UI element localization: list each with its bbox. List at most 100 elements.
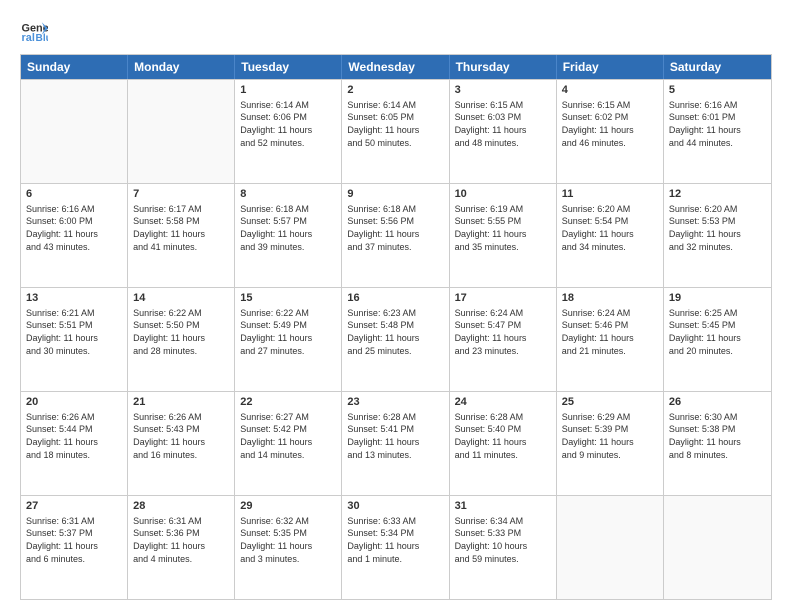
day-info: Sunrise: 6:14 AMSunset: 6:06 PMDaylight:… — [240, 99, 336, 149]
svg-text:Blue: Blue — [36, 33, 48, 44]
day-cell-30: 30Sunrise: 6:33 AMSunset: 5:34 PMDayligh… — [342, 496, 449, 599]
day-cell-25: 25Sunrise: 6:29 AMSunset: 5:39 PMDayligh… — [557, 392, 664, 495]
day-info: Sunrise: 6:27 AMSunset: 5:42 PMDaylight:… — [240, 411, 336, 461]
logo-icon: Gene ral Blue — [20, 16, 48, 44]
day-info: Sunrise: 6:32 AMSunset: 5:35 PMDaylight:… — [240, 515, 336, 565]
day-info: Sunrise: 6:28 AMSunset: 5:41 PMDaylight:… — [347, 411, 443, 461]
day-cell-9: 9Sunrise: 6:18 AMSunset: 5:56 PMDaylight… — [342, 184, 449, 287]
day-number: 9 — [347, 187, 443, 202]
week-row-3: 20Sunrise: 6:26 AMSunset: 5:44 PMDayligh… — [21, 391, 771, 495]
day-cell-18: 18Sunrise: 6:24 AMSunset: 5:46 PMDayligh… — [557, 288, 664, 391]
day-cell-26: 26Sunrise: 6:30 AMSunset: 5:38 PMDayligh… — [664, 392, 771, 495]
calendar-body: 1Sunrise: 6:14 AMSunset: 6:06 PMDaylight… — [21, 79, 771, 599]
day-cell-14: 14Sunrise: 6:22 AMSunset: 5:50 PMDayligh… — [128, 288, 235, 391]
day-cell-29: 29Sunrise: 6:32 AMSunset: 5:35 PMDayligh… — [235, 496, 342, 599]
day-info: Sunrise: 6:20 AMSunset: 5:53 PMDaylight:… — [669, 203, 766, 253]
header-day-wednesday: Wednesday — [342, 55, 449, 79]
day-number: 26 — [669, 395, 766, 410]
day-cell-4: 4Sunrise: 6:15 AMSunset: 6:02 PMDaylight… — [557, 80, 664, 183]
day-info: Sunrise: 6:16 AMSunset: 6:01 PMDaylight:… — [669, 99, 766, 149]
empty-cell — [664, 496, 771, 599]
day-number: 18 — [562, 291, 658, 306]
day-number: 10 — [455, 187, 551, 202]
day-cell-15: 15Sunrise: 6:22 AMSunset: 5:49 PMDayligh… — [235, 288, 342, 391]
day-number: 17 — [455, 291, 551, 306]
day-info: Sunrise: 6:28 AMSunset: 5:40 PMDaylight:… — [455, 411, 551, 461]
day-info: Sunrise: 6:30 AMSunset: 5:38 PMDaylight:… — [669, 411, 766, 461]
day-number: 2 — [347, 83, 443, 98]
day-info: Sunrise: 6:17 AMSunset: 5:58 PMDaylight:… — [133, 203, 229, 253]
empty-cell — [557, 496, 664, 599]
day-number: 20 — [26, 395, 122, 410]
day-cell-11: 11Sunrise: 6:20 AMSunset: 5:54 PMDayligh… — [557, 184, 664, 287]
svg-text:ral: ral — [22, 32, 35, 44]
day-cell-19: 19Sunrise: 6:25 AMSunset: 5:45 PMDayligh… — [664, 288, 771, 391]
day-info: Sunrise: 6:21 AMSunset: 5:51 PMDaylight:… — [26, 307, 122, 357]
week-row-1: 6Sunrise: 6:16 AMSunset: 6:00 PMDaylight… — [21, 183, 771, 287]
day-info: Sunrise: 6:29 AMSunset: 5:39 PMDaylight:… — [562, 411, 658, 461]
day-cell-27: 27Sunrise: 6:31 AMSunset: 5:37 PMDayligh… — [21, 496, 128, 599]
day-number: 3 — [455, 83, 551, 98]
day-info: Sunrise: 6:25 AMSunset: 5:45 PMDaylight:… — [669, 307, 766, 357]
header-day-thursday: Thursday — [450, 55, 557, 79]
empty-cell — [21, 80, 128, 183]
day-info: Sunrise: 6:15 AMSunset: 6:03 PMDaylight:… — [455, 99, 551, 149]
day-cell-10: 10Sunrise: 6:19 AMSunset: 5:55 PMDayligh… — [450, 184, 557, 287]
day-cell-8: 8Sunrise: 6:18 AMSunset: 5:57 PMDaylight… — [235, 184, 342, 287]
day-info: Sunrise: 6:14 AMSunset: 6:05 PMDaylight:… — [347, 99, 443, 149]
header-day-monday: Monday — [128, 55, 235, 79]
day-cell-6: 6Sunrise: 6:16 AMSunset: 6:00 PMDaylight… — [21, 184, 128, 287]
day-number: 12 — [669, 187, 766, 202]
day-cell-7: 7Sunrise: 6:17 AMSunset: 5:58 PMDaylight… — [128, 184, 235, 287]
calendar: SundayMondayTuesdayWednesdayThursdayFrid… — [20, 54, 772, 600]
day-number: 4 — [562, 83, 658, 98]
day-cell-22: 22Sunrise: 6:27 AMSunset: 5:42 PMDayligh… — [235, 392, 342, 495]
day-cell-17: 17Sunrise: 6:24 AMSunset: 5:47 PMDayligh… — [450, 288, 557, 391]
day-info: Sunrise: 6:15 AMSunset: 6:02 PMDaylight:… — [562, 99, 658, 149]
day-info: Sunrise: 6:18 AMSunset: 5:56 PMDaylight:… — [347, 203, 443, 253]
day-info: Sunrise: 6:18 AMSunset: 5:57 PMDaylight:… — [240, 203, 336, 253]
header-day-tuesday: Tuesday — [235, 55, 342, 79]
day-cell-20: 20Sunrise: 6:26 AMSunset: 5:44 PMDayligh… — [21, 392, 128, 495]
header-day-friday: Friday — [557, 55, 664, 79]
header-day-saturday: Saturday — [664, 55, 771, 79]
day-info: Sunrise: 6:22 AMSunset: 5:49 PMDaylight:… — [240, 307, 336, 357]
day-number: 6 — [26, 187, 122, 202]
day-info: Sunrise: 6:26 AMSunset: 5:43 PMDaylight:… — [133, 411, 229, 461]
day-cell-2: 2Sunrise: 6:14 AMSunset: 6:05 PMDaylight… — [342, 80, 449, 183]
day-number: 19 — [669, 291, 766, 306]
day-info: Sunrise: 6:24 AMSunset: 5:46 PMDaylight:… — [562, 307, 658, 357]
day-number: 8 — [240, 187, 336, 202]
day-number: 29 — [240, 499, 336, 514]
day-number: 28 — [133, 499, 229, 514]
empty-cell — [128, 80, 235, 183]
day-cell-5: 5Sunrise: 6:16 AMSunset: 6:01 PMDaylight… — [664, 80, 771, 183]
page-header: Gene ral Blue — [20, 16, 772, 44]
day-info: Sunrise: 6:24 AMSunset: 5:47 PMDaylight:… — [455, 307, 551, 357]
day-number: 7 — [133, 187, 229, 202]
day-info: Sunrise: 6:16 AMSunset: 6:00 PMDaylight:… — [26, 203, 122, 253]
day-number: 11 — [562, 187, 658, 202]
day-cell-31: 31Sunrise: 6:34 AMSunset: 5:33 PMDayligh… — [450, 496, 557, 599]
day-cell-3: 3Sunrise: 6:15 AMSunset: 6:03 PMDaylight… — [450, 80, 557, 183]
day-cell-21: 21Sunrise: 6:26 AMSunset: 5:43 PMDayligh… — [128, 392, 235, 495]
day-number: 15 — [240, 291, 336, 306]
day-number: 14 — [133, 291, 229, 306]
calendar-header: SundayMondayTuesdayWednesdayThursdayFrid… — [21, 55, 771, 79]
day-cell-13: 13Sunrise: 6:21 AMSunset: 5:51 PMDayligh… — [21, 288, 128, 391]
day-number: 22 — [240, 395, 336, 410]
day-cell-1: 1Sunrise: 6:14 AMSunset: 6:06 PMDaylight… — [235, 80, 342, 183]
day-info: Sunrise: 6:22 AMSunset: 5:50 PMDaylight:… — [133, 307, 229, 357]
day-number: 31 — [455, 499, 551, 514]
day-cell-16: 16Sunrise: 6:23 AMSunset: 5:48 PMDayligh… — [342, 288, 449, 391]
day-info: Sunrise: 6:23 AMSunset: 5:48 PMDaylight:… — [347, 307, 443, 357]
day-info: Sunrise: 6:31 AMSunset: 5:36 PMDaylight:… — [133, 515, 229, 565]
day-info: Sunrise: 6:34 AMSunset: 5:33 PMDaylight:… — [455, 515, 551, 565]
day-number: 16 — [347, 291, 443, 306]
day-cell-28: 28Sunrise: 6:31 AMSunset: 5:36 PMDayligh… — [128, 496, 235, 599]
day-number: 30 — [347, 499, 443, 514]
day-number: 13 — [26, 291, 122, 306]
week-row-4: 27Sunrise: 6:31 AMSunset: 5:37 PMDayligh… — [21, 495, 771, 599]
day-cell-23: 23Sunrise: 6:28 AMSunset: 5:41 PMDayligh… — [342, 392, 449, 495]
day-cell-24: 24Sunrise: 6:28 AMSunset: 5:40 PMDayligh… — [450, 392, 557, 495]
